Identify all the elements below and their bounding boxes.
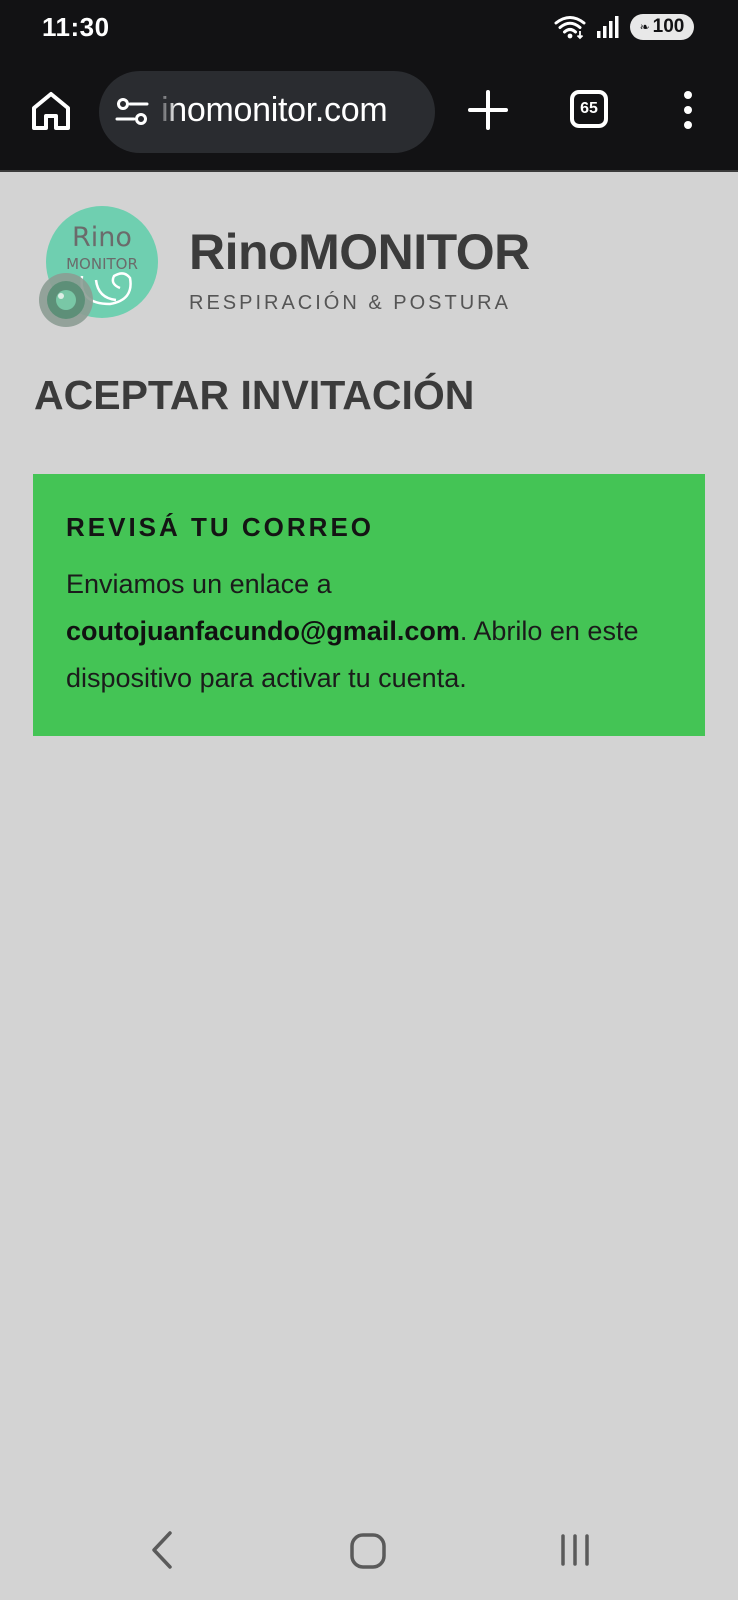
- logo-text-bottom: MONITOR: [66, 255, 138, 273]
- alert-email: coutojuanfacundo@gmail.com: [66, 616, 460, 646]
- recent-apps-icon[interactable]: [558, 1532, 592, 1568]
- brand-tagline: RESPIRACIÓN & POSTURA: [189, 292, 511, 314]
- url-fade: [157, 71, 177, 153]
- alert-title: REVISÁ TU CORREO: [66, 512, 375, 542]
- logo-text-top: Rino: [72, 222, 132, 253]
- brand-name: RinoMONITOR: [189, 224, 530, 280]
- system-nav-bar: [0, 1510, 738, 1600]
- browser-toolbar: inomonitor.com 65: [0, 58, 738, 172]
- back-icon[interactable]: [146, 1530, 180, 1570]
- page-title: ACEPTAR INVITACIÓN: [34, 372, 475, 418]
- status-bar: 11:30 ❧ 100: [0, 0, 738, 58]
- new-tab-icon[interactable]: [466, 88, 510, 132]
- rinomonitor-logo[interactable]: Rino MONITOR: [38, 204, 164, 334]
- alert-body-prefix: Enviamos un enlace a: [66, 569, 332, 599]
- battery-saver-icon: ❧: [639, 20, 650, 34]
- nav-home-icon[interactable]: [349, 1532, 387, 1570]
- battery-level: 100: [652, 16, 685, 37]
- screen: 11:30 ❧ 100 inomonitor.com 65 Rino MONIT…: [0, 0, 738, 1600]
- tab-switcher-button[interactable]: 65: [570, 90, 608, 128]
- home-icon[interactable]: [28, 88, 74, 134]
- more-menu-icon[interactable]: [676, 88, 700, 132]
- signal-icon: [597, 16, 619, 38]
- wifi-icon: [554, 16, 586, 40]
- status-time: 11:30: [42, 12, 110, 42]
- url-text[interactable]: inomonitor.com: [161, 91, 388, 130]
- check-email-alert: REVISÁ TU CORREO Enviamos un enlace a co…: [33, 474, 705, 736]
- site-settings-icon[interactable]: [115, 95, 149, 129]
- alert-body: Enviamos un enlace a coutojuanfacundo@gm…: [66, 561, 673, 702]
- address-bar[interactable]: inomonitor.com: [99, 71, 435, 153]
- battery-indicator: ❧ 100: [630, 14, 694, 40]
- status-icons: ❧ 100: [554, 14, 694, 40]
